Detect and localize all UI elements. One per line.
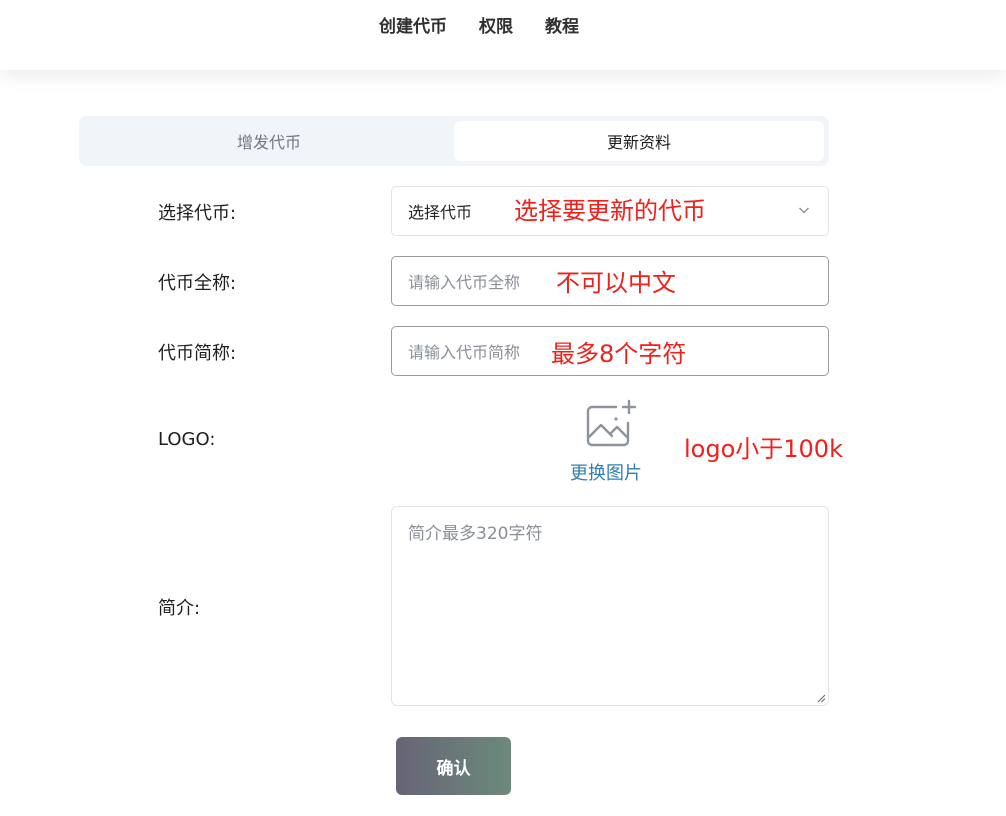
full-name-placeholder: 请输入代币全称 (408, 273, 521, 292)
token-select-annotation: 选择要更新的代币 (514, 197, 706, 225)
short-name-placeholder: 请输入代币简称 (408, 343, 521, 362)
change-image-link[interactable]: 更换图片 (570, 459, 642, 485)
logo-label: LOGO: (158, 429, 216, 450)
nav-item-create-token[interactable]: 创建代币 (379, 12, 447, 37)
intro-label: 简介: (158, 598, 201, 619)
main-nav: 创建代币 权限 教程 (0, 12, 1006, 37)
full-name-annotation: 不可以中文 (556, 269, 676, 297)
intro-placeholder: 简介最多320字符 (408, 524, 543, 544)
token-select-label: 选择代币: (158, 203, 237, 224)
logo-upload[interactable]: 更换图片 (560, 397, 660, 487)
image-add-icon (586, 399, 637, 447)
full-name-label: 代币全称: (158, 273, 237, 294)
tab-mint-token[interactable]: 增发代币 (84, 121, 454, 161)
nav-item-permissions[interactable]: 权限 (479, 12, 513, 37)
intro-textarea[interactable]: 简介最多320字符 (391, 506, 829, 706)
token-select-value: 选择代币 (408, 203, 473, 222)
chevron-down-icon (799, 207, 809, 214)
tab-bar: 增发代币 更新资料 (79, 116, 829, 166)
resize-handle-icon[interactable] (816, 693, 826, 703)
short-name-label: 代币简称: (158, 343, 237, 364)
top-header: 创建代币 权限 教程 (0, 0, 1006, 70)
nav-item-tutorial[interactable]: 教程 (545, 12, 579, 37)
confirm-button[interactable]: 确认 (396, 737, 511, 795)
short-name-annotation: 最多8个字符 (551, 340, 687, 368)
logo-annotation: logo小于100k (684, 435, 843, 463)
tab-update-info[interactable]: 更新资料 (454, 121, 824, 161)
